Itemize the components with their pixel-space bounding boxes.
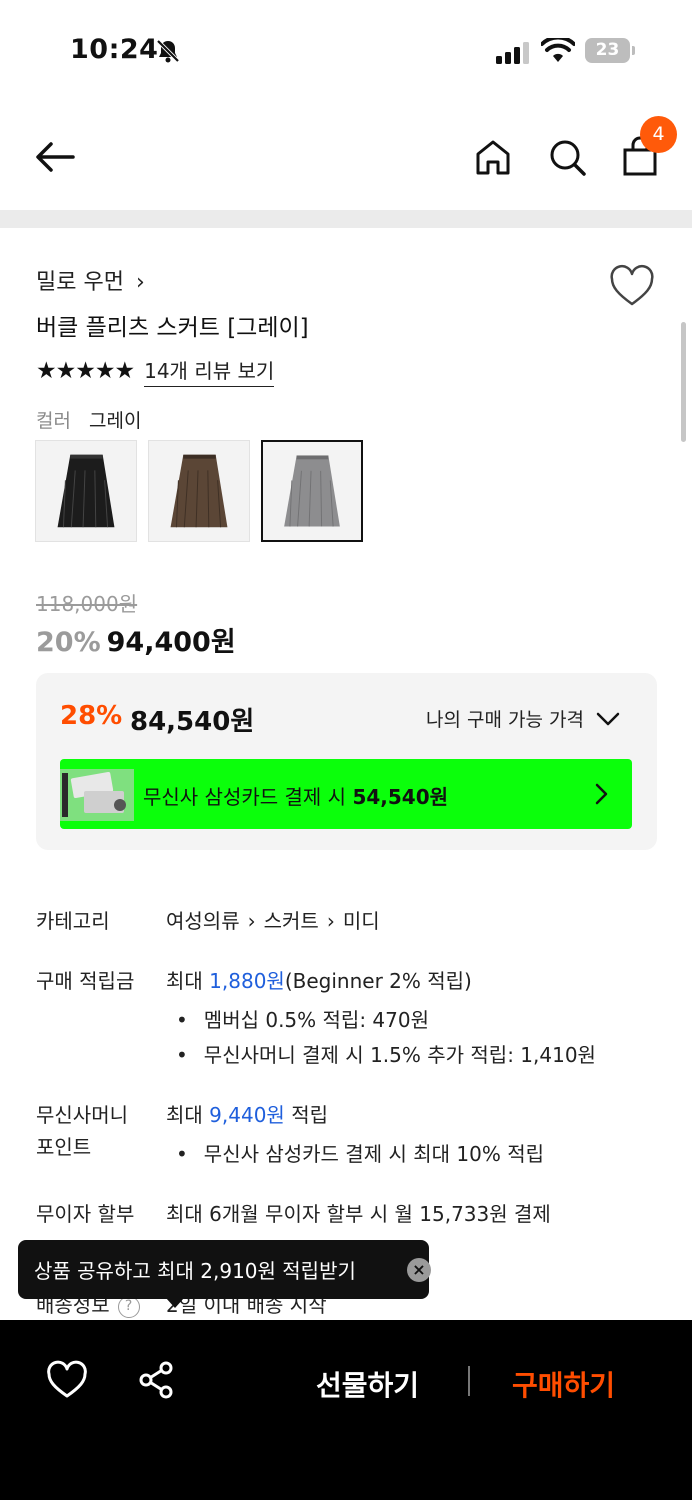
money-bullet: 무신사 삼성카드 결제 시 최대 10% 적립: [176, 1139, 544, 1170]
cart-count-badge: 4: [640, 116, 677, 153]
review-link[interactable]: 14개 리뷰 보기: [144, 355, 275, 387]
benefit-percent: 28%: [60, 701, 123, 731]
swatch-black[interactable]: [35, 440, 137, 542]
bottom-action-bar: 선물하기 구매하기: [0, 1320, 692, 1500]
skirt-gray-image: [284, 455, 340, 527]
skirt-black-image: [57, 454, 115, 528]
category-label: 카테고리: [36, 909, 110, 933]
money-label-line1: 무신사머니: [36, 1103, 128, 1127]
installment-value: 최대 6개월 무이자 할부 시 월 15,733원 결제: [166, 1202, 551, 1226]
battery-icon: 23: [585, 38, 635, 63]
toast-text: 상품 공유하고 최대 2,910원 적립받기: [34, 1259, 356, 1283]
battery-level: 23: [585, 38, 630, 63]
section-divider: [0, 210, 692, 228]
toast-pointer: [166, 1298, 184, 1308]
bell-off-icon: [156, 39, 180, 63]
skirt-brown-image: [170, 454, 228, 528]
category-level-1[interactable]: 여성의류: [166, 909, 240, 933]
money-value: 최대 9,440원 적립: [166, 1100, 328, 1131]
status-time: 10:24: [70, 34, 159, 65]
points-bullet: 무신사머니 결제 시 1.5% 추가 적립: 1,410원: [176, 1040, 596, 1071]
color-value: 그레이: [89, 410, 142, 432]
chevron-right-icon: ›: [326, 909, 335, 933]
close-icon[interactable]: ×: [407, 1258, 431, 1282]
my-price-toggle[interactable]: 나의 구매 가능 가격: [426, 705, 620, 732]
card-promo-text: 무신사 삼성카드 결제 시 54,540원: [143, 781, 448, 810]
points-value: 최대 1,880원(Beginner 2% 적립): [166, 966, 472, 997]
card-promo-price: 54,540원: [352, 785, 449, 809]
share-icon[interactable]: [137, 1360, 177, 1400]
sale-price-row: 20% 94,400원: [36, 620, 236, 659]
category-level-2[interactable]: 스커트: [264, 909, 319, 933]
money-amount: 9,440원: [209, 1103, 285, 1127]
wifi-icon: [541, 38, 575, 62]
share-reward-toast: 상품 공유하고 최대 2,910원 적립받기 ×: [18, 1240, 431, 1308]
money-suffix: 적립: [291, 1103, 328, 1127]
chevron-right-icon: ›: [247, 909, 256, 933]
product-title: 버클 플리츠 스커트 [그레이]: [36, 315, 309, 341]
chevron-down-icon: [596, 712, 620, 725]
chevron-right-icon: ›: [135, 270, 145, 295]
benefit-price: 84,540원: [130, 707, 255, 737]
scrollbar[interactable]: [681, 322, 686, 442]
discount-percent: 20%: [36, 627, 101, 658]
points-suffix: (Beginner 2% 적립): [284, 969, 472, 993]
points-label: 구매 적립금: [36, 969, 135, 993]
points-amount: 1,880원: [209, 969, 285, 993]
rating-row: ★★★★★ 14개 리뷰 보기: [36, 355, 275, 387]
category-level-3[interactable]: 미디: [343, 909, 380, 933]
card-promo-banner[interactable]: 무신사 삼성카드 결제 시 54,540원: [60, 759, 632, 829]
color-label: 컬러: [36, 410, 71, 432]
brand-link[interactable]: 밀로 우먼 ›: [36, 264, 145, 296]
status-bar: 10:24 23: [0, 0, 692, 100]
home-icon[interactable]: [470, 134, 516, 180]
category-breadcrumb: 여성의류 › 스커트 › 미디: [166, 906, 380, 937]
card-promo-prefix: 무신사 삼성카드 결제 시: [143, 785, 347, 809]
sale-price: 94,400원: [106, 627, 236, 658]
buy-button[interactable]: 구매하기: [512, 1364, 615, 1404]
like-heart-icon[interactable]: [46, 1360, 88, 1400]
signal-icon: [496, 42, 529, 64]
gift-button[interactable]: 선물하기: [316, 1364, 419, 1404]
color-row: 컬러 그레이: [36, 406, 141, 433]
card-promo-thumbnail: [60, 769, 134, 821]
search-icon[interactable]: [544, 134, 590, 180]
swatch-brown[interactable]: [148, 440, 250, 542]
installment-label: 무이자 할부: [36, 1202, 135, 1226]
wishlist-heart-icon[interactable]: [608, 264, 656, 308]
brand-name: 밀로 우먼: [36, 270, 124, 295]
divider: [468, 1366, 470, 1396]
swatch-gray[interactable]: [261, 440, 363, 542]
points-bullet: 멤버십 0.5% 적립: 470원: [176, 1005, 429, 1036]
back-arrow-icon[interactable]: [33, 134, 79, 180]
color-swatches: [35, 440, 374, 542]
my-price-label: 나의 구매 가능 가격: [426, 709, 584, 731]
benefit-box: 28% 84,540원 나의 구매 가능 가격 무신사 삼성카드 결제 시 54…: [36, 673, 657, 850]
money-label-line2: 포인트: [36, 1135, 92, 1159]
rating-stars: ★★★★★: [36, 357, 135, 384]
money-prefix: 최대: [166, 1103, 203, 1127]
chevron-right-icon: [595, 783, 608, 805]
points-prefix: 최대: [166, 969, 203, 993]
original-price: 118,000원: [36, 592, 138, 616]
top-nav: 4: [0, 100, 692, 210]
